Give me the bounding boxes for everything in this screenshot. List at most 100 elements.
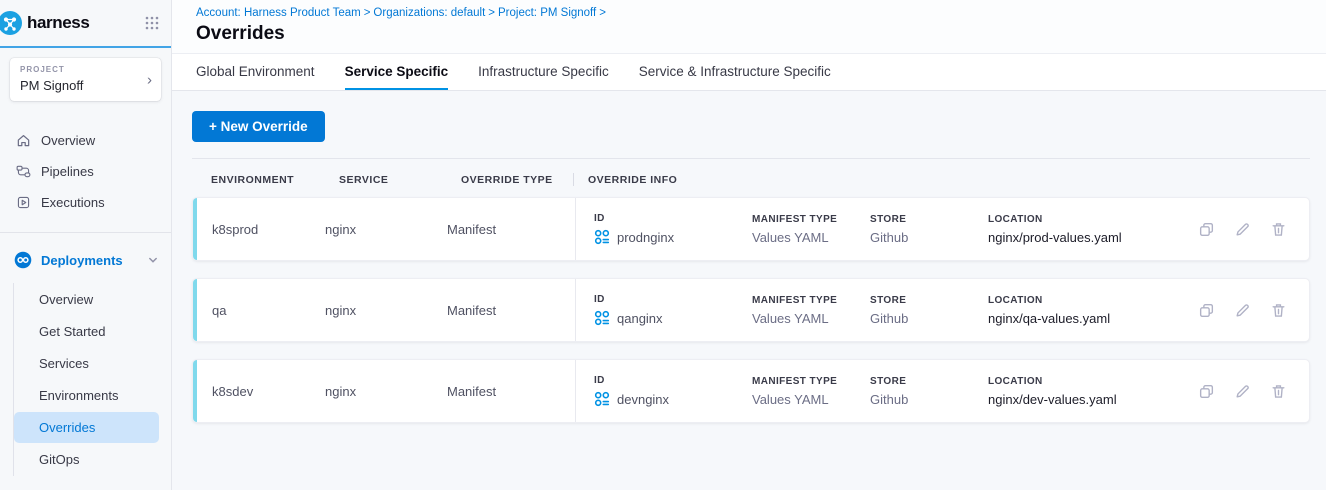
id-value: qanginx	[594, 310, 752, 326]
location-label: LOCATION	[988, 295, 1188, 306]
id-label: ID	[594, 294, 752, 305]
id-value: devnginx	[594, 391, 752, 407]
pipelines-icon	[16, 164, 31, 179]
row-actions	[1188, 302, 1309, 319]
manifest-type-value: Values YAML	[752, 311, 870, 326]
column-header-service: SERVICE	[339, 174, 461, 186]
id-value: prodnginx	[594, 229, 752, 245]
edit-button[interactable]	[1234, 383, 1251, 400]
sidebar-item-get-started[interactable]: Get Started	[14, 316, 159, 347]
id-column: ID prodnginx	[594, 213, 752, 245]
sidebar-item-executions[interactable]: Executions	[0, 187, 171, 218]
tab-service-infrastructure-specific[interactable]: Service & Infrastructure Specific	[639, 54, 831, 90]
column-header-divider	[573, 173, 574, 186]
entity-id-icon	[594, 229, 610, 245]
project-selector[interactable]: PROJECT PM Signoff ›	[10, 58, 161, 101]
manifest-type-column: MANIFEST TYPE Values YAML	[752, 295, 870, 326]
page-header: Account: Harness Product Team>Organizati…	[172, 0, 1326, 54]
store-value: Github	[870, 230, 988, 245]
service-cell: nginx	[325, 384, 447, 399]
table-header-row: ENVIRONMENT SERVICE OVERRIDE TYPE OVERRI…	[192, 159, 1310, 197]
id-label: ID	[594, 375, 752, 386]
override-row: k8sdev nginx Manifest ID devnginx MANIFE…	[192, 359, 1310, 423]
pencil-icon	[1234, 302, 1251, 319]
sidebar-item-pipelines[interactable]: Pipelines	[0, 156, 171, 187]
override-row: k8sprod nginx Manifest ID prodnginx MANI…	[192, 197, 1310, 261]
sidebar-divider	[0, 232, 171, 233]
sidebar-item-gitops[interactable]: GitOps	[14, 444, 159, 475]
sidebar-module-deployments[interactable]: Deployments	[0, 243, 171, 277]
entity-id-icon	[594, 310, 610, 326]
store-value: Github	[870, 392, 988, 407]
manifest-type-label: MANIFEST TYPE	[752, 214, 870, 225]
sidebar-item-overview[interactable]: Overview	[0, 125, 171, 156]
sidebar: harness PROJECT PM Signoff › Overview Pi…	[0, 0, 172, 490]
override-info-cell: ID devnginx MANIFEST TYPE Values YAML ST…	[575, 360, 1188, 422]
id-label: ID	[594, 213, 752, 224]
project-label: PROJECT	[20, 65, 151, 74]
executions-icon	[16, 195, 31, 210]
pencil-icon	[1234, 383, 1251, 400]
row-actions	[1188, 221, 1309, 238]
store-label: STORE	[870, 214, 988, 225]
row-accent-stripe	[193, 279, 197, 341]
location-value: nginx/dev-values.yaml	[988, 392, 1188, 407]
manifest-type-value: Values YAML	[752, 392, 870, 407]
service-cell: nginx	[325, 222, 447, 237]
deployments-submenu: Overview Get Started Services Environmen…	[13, 283, 171, 476]
breadcrumb: Account: Harness Product Team>Organizati…	[196, 7, 1302, 19]
sidebar-item-environments[interactable]: Environments	[14, 380, 159, 411]
tab-infrastructure-specific[interactable]: Infrastructure Specific	[478, 54, 609, 90]
environment-cell: k8sprod	[197, 222, 325, 237]
store-value: Github	[870, 311, 988, 326]
breadcrumb-account[interactable]: Account: Harness Product Team	[196, 7, 361, 19]
breadcrumb-separator: >	[596, 7, 609, 19]
manifest-type-label: MANIFEST TYPE	[752, 376, 870, 387]
store-label: STORE	[870, 295, 988, 306]
location-column: LOCATION nginx/prod-values.yaml	[988, 214, 1188, 245]
override-scope-tabs: Global Environment Service Specific Infr…	[172, 54, 1326, 91]
id-column: ID devnginx	[594, 375, 752, 407]
edit-button[interactable]	[1234, 221, 1251, 238]
sidebar-item-services[interactable]: Services	[14, 348, 159, 379]
breadcrumb-organization[interactable]: Organizations: default	[373, 7, 485, 19]
delete-button[interactable]	[1270, 221, 1287, 238]
location-label: LOCATION	[988, 376, 1188, 387]
override-type-cell: Manifest	[447, 384, 575, 399]
delete-button[interactable]	[1270, 383, 1287, 400]
copy-button[interactable]	[1198, 383, 1215, 400]
id-text: prodnginx	[617, 230, 674, 245]
breadcrumb-project[interactable]: Project: PM Signoff	[498, 7, 596, 19]
copy-button[interactable]	[1198, 302, 1215, 319]
sidebar-item-label: Overview	[41, 133, 95, 148]
new-override-button[interactable]: + New Override	[192, 111, 325, 142]
manifest-type-column: MANIFEST TYPE Values YAML	[752, 376, 870, 407]
harness-logo[interactable]: harness	[0, 10, 89, 36]
sidebar-nav: Overview Pipelines Executions	[0, 115, 171, 218]
column-header-environment: ENVIRONMENT	[211, 174, 339, 186]
sidebar-item-overrides[interactable]: Overrides	[14, 412, 159, 443]
breadcrumb-separator: >	[485, 7, 498, 19]
manifest-type-label: MANIFEST TYPE	[752, 295, 870, 306]
store-label: STORE	[870, 376, 988, 387]
entity-id-icon	[594, 391, 610, 407]
copy-button[interactable]	[1198, 221, 1215, 238]
main-area: Account: Harness Product Team>Organizati…	[172, 0, 1326, 490]
row-actions	[1188, 383, 1309, 400]
sidebar-item-deployments-overview[interactable]: Overview	[14, 284, 159, 315]
tab-global-environment[interactable]: Global Environment	[196, 54, 315, 90]
edit-button[interactable]	[1234, 302, 1251, 319]
override-type-cell: Manifest	[447, 222, 575, 237]
column-header-override-type: OVERRIDE TYPE	[461, 174, 573, 186]
sidebar-header: harness	[0, 0, 171, 48]
delete-button[interactable]	[1270, 302, 1287, 319]
app-grid-icon[interactable]	[145, 16, 159, 30]
row-accent-stripe	[193, 360, 197, 422]
environment-cell: qa	[197, 303, 325, 318]
override-type-cell: Manifest	[447, 303, 575, 318]
manifest-type-column: MANIFEST TYPE Values YAML	[752, 214, 870, 245]
overrides-content: + New Override ENVIRONMENT SERVICE OVERR…	[172, 91, 1326, 490]
sidebar-module-label: Deployments	[41, 253, 138, 268]
tab-service-specific[interactable]: Service Specific	[345, 54, 449, 90]
harness-logo-icon	[0, 10, 23, 36]
